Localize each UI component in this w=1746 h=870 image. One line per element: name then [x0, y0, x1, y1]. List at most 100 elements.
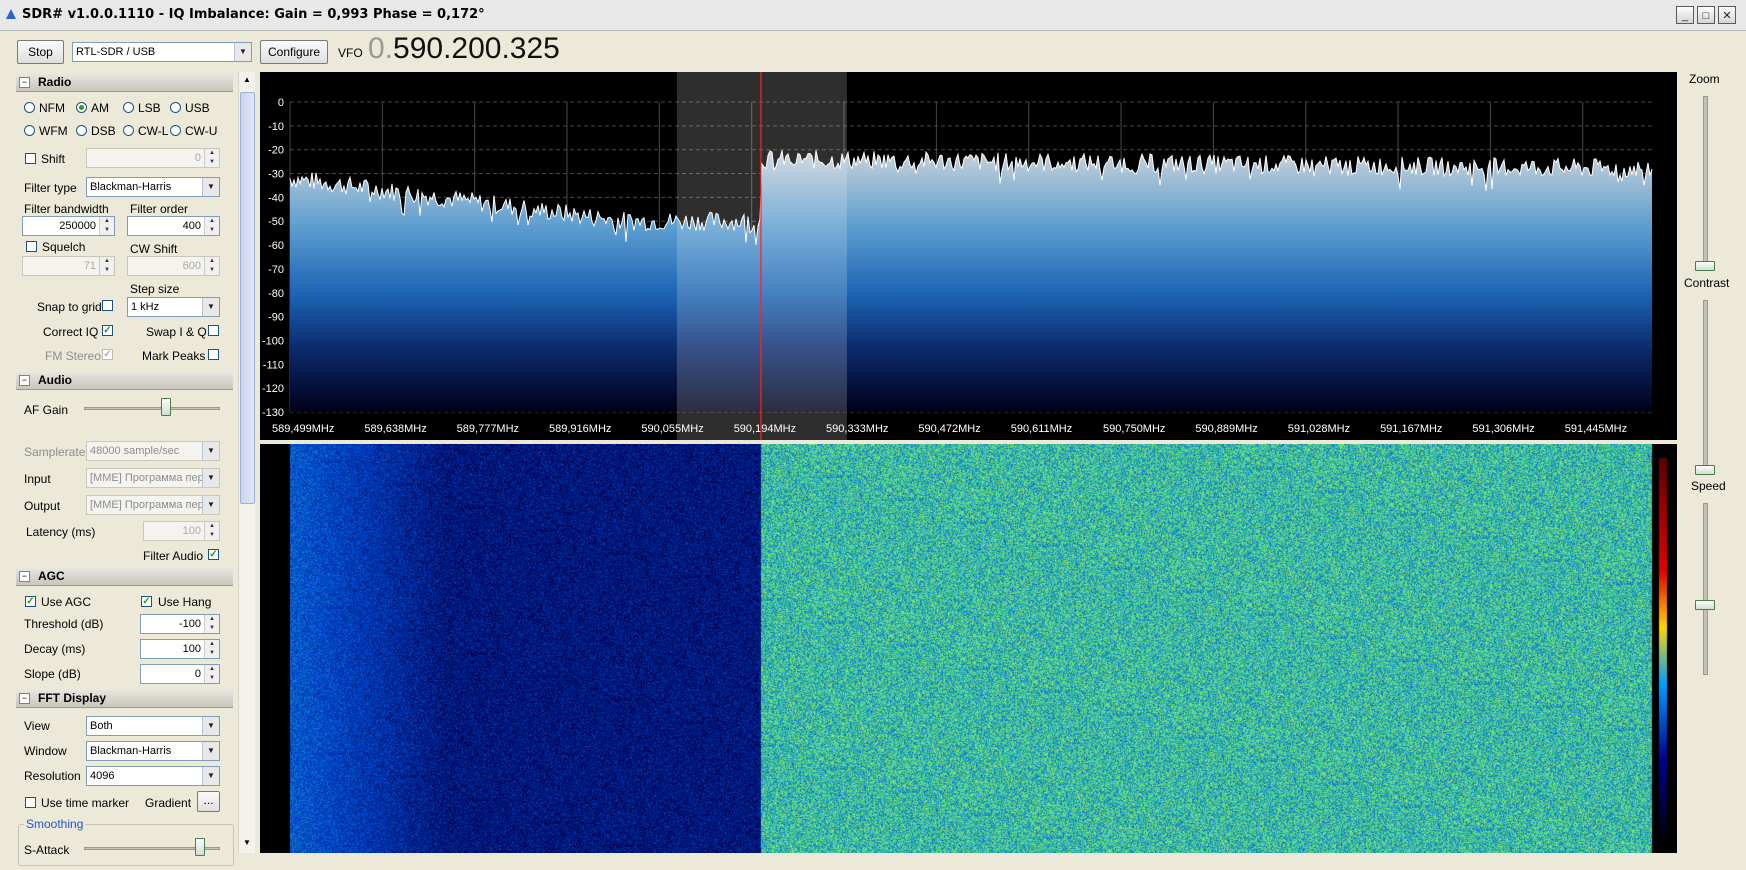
mode-label-dsb: DSB [91, 124, 116, 138]
resolution-select[interactable]: 4096 ▼ [86, 766, 220, 786]
y-tick-label: -30 [268, 169, 284, 181]
waterfall-display[interactable] [260, 444, 1677, 853]
chevron-down-icon: ▼ [202, 742, 219, 760]
squelch-input[interactable]: 71 ▲ ▼ [22, 256, 115, 276]
chevron-down-icon: ▼ [202, 717, 219, 735]
filter-type-label: Filter type [24, 181, 77, 195]
decay-value: 100 [182, 643, 201, 655]
collapse-icon[interactable]: − [19, 77, 30, 88]
squelch-checkbox[interactable] [26, 241, 37, 252]
mode-radio-cw-u[interactable] [170, 125, 181, 136]
filter-band-overlay[interactable] [676, 72, 847, 440]
contrast-slider-thumb[interactable] [1695, 465, 1715, 475]
fft-section-header[interactable]: − FFT Display [16, 690, 233, 708]
output-label: Output [24, 499, 61, 513]
slope-input[interactable]: 0 ▲ ▼ [140, 664, 220, 684]
filter-order-label: Filter order [130, 202, 189, 216]
mode-radio-lsb[interactable] [123, 102, 134, 113]
filter-audio-checkbox[interactable]: ✓ [208, 549, 219, 560]
agc-section-header[interactable]: − AGC [16, 568, 233, 586]
contrast-slider[interactable] [1703, 300, 1708, 472]
mode-radio-cw-l[interactable] [123, 125, 134, 136]
agc-section-title: AGC [38, 569, 65, 583]
cw-shift-input[interactable]: 600 ▲ ▼ [127, 256, 220, 276]
speed-slider-thumb[interactable] [1695, 600, 1715, 610]
maximize-button[interactable]: □ [1697, 6, 1715, 24]
spin-arrows-icon[interactable]: ▲ ▼ [204, 149, 219, 167]
speed-slider[interactable] [1703, 503, 1708, 675]
samplerate-value: 48000 sample/sec [90, 445, 180, 457]
filter-order-input[interactable]: 400 ▲ ▼ [127, 216, 220, 236]
spin-arrows-icon[interactable]: ▲ ▼ [99, 257, 114, 275]
audio-section-header[interactable]: − Audio [16, 372, 233, 390]
view-select[interactable]: Both ▼ [86, 716, 220, 736]
filter-bandwidth-input[interactable]: 250000 ▲ ▼ [22, 216, 115, 236]
step-size-select[interactable]: 1 kHz ▼ [127, 297, 220, 317]
use-hang-checkbox[interactable]: ✓ [141, 596, 152, 607]
correct-iq-label: Correct IQ [43, 325, 99, 339]
spin-arrows-icon[interactable]: ▲ ▼ [204, 217, 219, 235]
use-agc-label: Use AGC [41, 595, 92, 609]
left-panel-scrollbar[interactable]: ▲ ▼ [238, 72, 255, 853]
threshold-input[interactable]: -100 ▲ ▼ [140, 614, 220, 634]
scroll-up-icon[interactable]: ▲ [240, 73, 254, 87]
mode-radio-nfm[interactable] [24, 102, 35, 113]
swap-iq-checkbox[interactable] [208, 325, 219, 336]
gradient-button[interactable]: ... [197, 791, 220, 812]
spin-arrows-icon[interactable]: ▲ ▼ [204, 615, 219, 633]
latency-input[interactable]: 100 ▲ ▼ [143, 521, 220, 541]
zoom-slider[interactable] [1703, 96, 1708, 268]
filter-type-select[interactable]: Blackman-Harris ▼ [86, 177, 220, 197]
spin-arrows-icon[interactable]: ▲ ▼ [99, 217, 114, 235]
zoom-slider-thumb[interactable] [1695, 261, 1715, 271]
af-gain-slider[interactable] [84, 407, 220, 410]
close-button[interactable]: ✕ [1718, 6, 1736, 24]
correct-iq-checkbox[interactable]: ✓ [102, 325, 113, 336]
use-agc-checkbox[interactable]: ✓ [25, 596, 36, 607]
collapse-icon[interactable]: − [19, 571, 30, 582]
mark-peaks-checkbox[interactable] [208, 349, 219, 360]
waterfall-canvas[interactable] [260, 444, 1677, 853]
view-value: Both [90, 720, 113, 732]
spin-arrows-icon[interactable]: ▲ ▼ [204, 257, 219, 275]
spin-arrows-icon[interactable]: ▲ ▼ [204, 522, 219, 540]
input-value: [MME] Программа пер [90, 472, 204, 484]
chevron-down-icon: ▼ [202, 178, 219, 196]
vfo-frequency-display[interactable]: 0.590.200.325 [368, 32, 560, 66]
scroll-down-icon[interactable]: ▼ [240, 836, 254, 850]
mode-radio-usb[interactable] [170, 102, 181, 113]
mode-radio-am[interactable] [76, 102, 87, 113]
output-select[interactable]: [MME] Программа пер ▼ [86, 495, 220, 515]
collapse-icon[interactable]: − [19, 375, 30, 386]
af-gain-slider-thumb[interactable] [160, 398, 171, 416]
mode-radio-wfm[interactable] [24, 125, 35, 136]
collapse-icon[interactable]: − [19, 693, 30, 704]
samplerate-select[interactable]: 48000 sample/sec ▼ [86, 441, 220, 461]
stop-button[interactable]: Stop [17, 40, 64, 64]
input-select[interactable]: [MME] Программа пер ▼ [86, 468, 220, 488]
window-select[interactable]: Blackman-Harris ▼ [86, 741, 220, 761]
shift-checkbox[interactable] [25, 153, 36, 164]
x-tick-label: 589,916MHz [549, 423, 611, 435]
spectrum-graph[interactable]: 0 -10 -20 -30 -40 -50 -60 -70 -80 -90 -100 -110 -120… [260, 72, 1677, 440]
configure-button[interactable]: Configure [260, 40, 328, 64]
spin-arrows-icon[interactable]: ▲ ▼ [204, 640, 219, 658]
device-select[interactable]: RTL-SDR / USB ▼ [72, 42, 252, 62]
shift-input[interactable]: 0 ▲ ▼ [86, 148, 220, 168]
fm-stereo-label: FM Stereo [45, 349, 102, 363]
s-attack-slider-thumb[interactable] [195, 838, 205, 856]
scroll-thumb[interactable] [240, 92, 255, 504]
time-marker-checkbox[interactable] [25, 797, 36, 808]
filter-audio-label: Filter Audio [143, 549, 204, 563]
spin-arrows-icon[interactable]: ▲ ▼ [204, 665, 219, 683]
fm-stereo-checkbox[interactable]: ✓ [102, 349, 113, 360]
minimize-button[interactable]: _ [1676, 6, 1694, 24]
radio-section-header[interactable]: − Radio [16, 74, 233, 92]
mode-radio-dsb[interactable] [76, 125, 87, 136]
spectrum-display[interactable]: 0 -10 -20 -30 -40 -50 -60 -70 -80 -90 -100 -110 -120… [260, 72, 1677, 440]
decay-input[interactable]: 100 ▲ ▼ [140, 639, 220, 659]
snap-to-grid-checkbox[interactable] [102, 300, 113, 311]
x-tick-label: 589,777MHz [457, 423, 519, 435]
mode-label-wfm: WFM [39, 124, 68, 138]
x-tick-label: 591,028MHz [1288, 423, 1350, 435]
